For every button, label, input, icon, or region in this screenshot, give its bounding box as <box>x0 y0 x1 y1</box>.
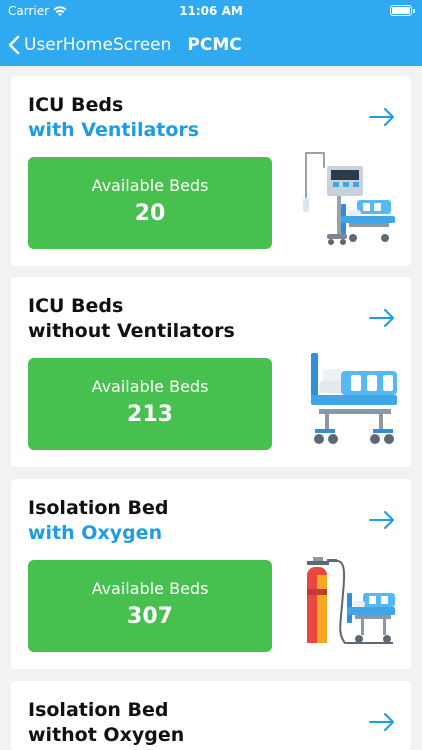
available-beds-label: Available Beds <box>91 579 209 598</box>
bed-card-isolation-without-oxygen[interactable]: Isolation Bed withot Oxygen <box>11 681 411 750</box>
chevron-left-icon <box>8 35 20 55</box>
back-label: UserHomeScreen <box>24 35 172 55</box>
available-beds-box: Available Beds 213 <box>28 358 272 450</box>
nav-bar: UserHomeScreen PCMC <box>0 28 422 62</box>
card-title: ICU Beds <box>28 295 124 317</box>
available-beds-count: 307 <box>127 604 173 629</box>
battery-icon <box>390 5 415 16</box>
bed-card-icu-with-ventilators[interactable]: ICU Beds with Ventilators Available Beds… <box>11 76 411 266</box>
card-title: Isolation Bed <box>28 497 169 519</box>
status-time: 11:06 AM <box>179 4 243 18</box>
card-subtitle: withot Oxygen <box>28 724 185 746</box>
card-subtitle: with Oxygen <box>28 522 163 544</box>
navigation-header: Carrier 11:06 AM UserHomeScreen PCMC <box>0 0 422 66</box>
card-title: Isolation Bed <box>28 699 169 721</box>
arrow-right-icon[interactable] <box>369 713 395 731</box>
available-beds-count: 20 <box>134 201 166 226</box>
status-bar: Carrier 11:06 AM <box>0 0 422 22</box>
card-title: ICU Beds <box>28 94 124 116</box>
arrow-right-icon[interactable] <box>369 511 395 529</box>
arrow-right-icon[interactable] <box>369 309 395 327</box>
oxygen-cylinder-bed-icon <box>307 557 395 644</box>
bed-card-icu-without-ventilators[interactable]: ICU Beds without Ventilators Available B… <box>11 277 411 467</box>
available-beds-box: Available Beds 20 <box>28 157 272 249</box>
back-button[interactable]: UserHomeScreen <box>8 35 171 55</box>
icu-ventilator-bed-icon <box>303 152 395 245</box>
available-beds-box: Available Beds 307 <box>28 560 272 652</box>
arrow-right-icon[interactable] <box>369 108 395 126</box>
available-beds-label: Available Beds <box>91 377 209 396</box>
card-subtitle: with Ventilators <box>28 119 200 141</box>
available-beds-label: Available Beds <box>91 176 209 195</box>
available-beds-count: 213 <box>127 402 173 427</box>
icu-bed-icon <box>311 353 397 444</box>
bed-card-isolation-with-oxygen[interactable]: Isolation Bed with Oxygen Available Beds… <box>11 479 411 669</box>
card-subtitle: without Ventilators <box>28 320 235 342</box>
page-title: PCMC <box>187 35 242 55</box>
